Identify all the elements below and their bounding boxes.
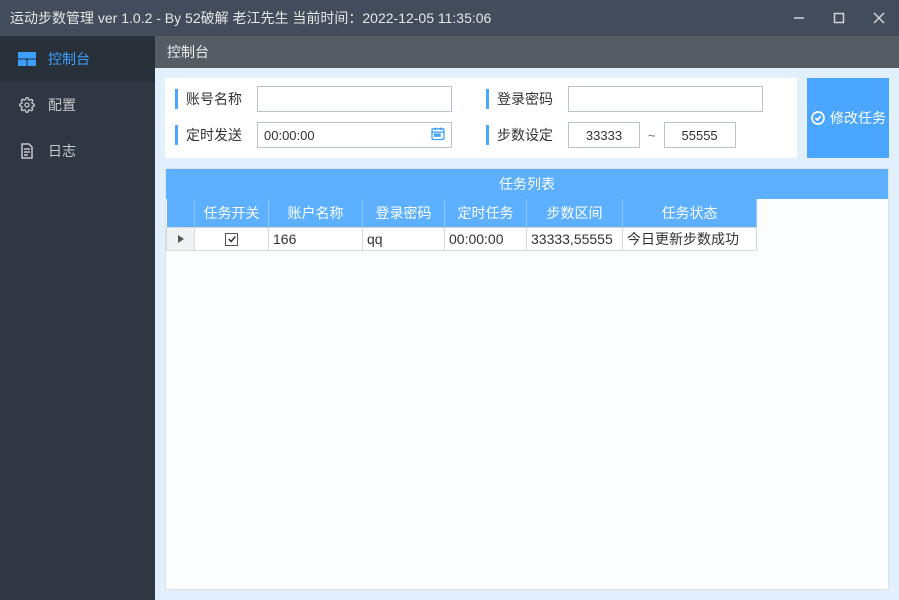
col-password[interactable]: 登录密码 (363, 199, 445, 228)
timer-label: 定时发送 (175, 125, 247, 145)
title-bar: 运动步数管理 ver 1.0.2 - By 52破解 老江先生 当前时间：202… (0, 0, 899, 36)
cell-timer[interactable]: 00:00:00 (445, 228, 527, 251)
account-label: 账号名称 (175, 89, 247, 109)
maximize-button[interactable] (819, 0, 859, 36)
close-button[interactable] (859, 0, 899, 36)
console-icon (18, 50, 36, 68)
submit-label: 修改任务 (830, 108, 886, 128)
table-row[interactable]: 166 qq 00:00:00 33333,55555 今日更新步数成功 (167, 228, 757, 251)
password-input[interactable] (568, 86, 763, 112)
cell-switch[interactable] (195, 228, 269, 251)
sidebar-item-label: 日志 (48, 141, 76, 161)
timer-input[interactable] (257, 122, 452, 148)
steps-min-input[interactable] (568, 122, 640, 148)
cell-password[interactable]: qq (363, 228, 445, 251)
sidebar-item-log[interactable]: 日志 (0, 128, 155, 174)
row-indicator-icon (167, 228, 195, 251)
minimize-button[interactable] (779, 0, 819, 36)
page-title: 控制台 (155, 36, 899, 68)
col-timer[interactable]: 定时任务 (445, 199, 527, 228)
sidebar: 控制台 配置 日志 (0, 36, 155, 600)
sidebar-item-label: 控制台 (48, 49, 90, 69)
sidebar-item-config[interactable]: 配置 (0, 82, 155, 128)
task-list-title: 任务列表 (166, 169, 888, 199)
file-icon (18, 142, 36, 160)
col-range[interactable]: 步数区间 (527, 199, 623, 228)
window-title: 运动步数管理 ver 1.0.2 - By 52破解 老江先生 当前时间：202… (10, 8, 779, 28)
col-switch[interactable]: 任务开关 (195, 199, 269, 228)
password-label: 登录密码 (486, 89, 558, 109)
calendar-icon[interactable] (430, 126, 446, 145)
col-indicator (167, 199, 195, 228)
form-panel: 账号名称 登录密码 定时发送 (165, 78, 797, 158)
steps-max-input[interactable] (664, 122, 736, 148)
submit-button[interactable]: 修改任务 (807, 78, 889, 158)
task-grid[interactable]: 任务开关 账户名称 登录密码 定时任务 步数区间 任务状态 (166, 199, 888, 589)
steps-tilde: ~ (648, 128, 656, 143)
cell-status[interactable]: 今日更新步数成功 (623, 228, 757, 251)
checkbox-icon (225, 233, 238, 246)
sidebar-item-console[interactable]: 控制台 (0, 36, 155, 82)
cell-range[interactable]: 33333,55555 (527, 228, 623, 251)
cell-account[interactable]: 166 (269, 228, 363, 251)
gear-icon (18, 96, 36, 114)
task-list-panel: 任务列表 任务开关 账户名称 登录密码 定时任务 步数区间 (165, 168, 889, 590)
col-account[interactable]: 账户名称 (269, 199, 363, 228)
steps-label: 步数设定 (486, 125, 558, 145)
check-circle-icon (810, 110, 826, 126)
account-input[interactable] (257, 86, 452, 112)
sidebar-item-label: 配置 (48, 95, 76, 115)
col-status[interactable]: 任务状态 (623, 199, 757, 228)
